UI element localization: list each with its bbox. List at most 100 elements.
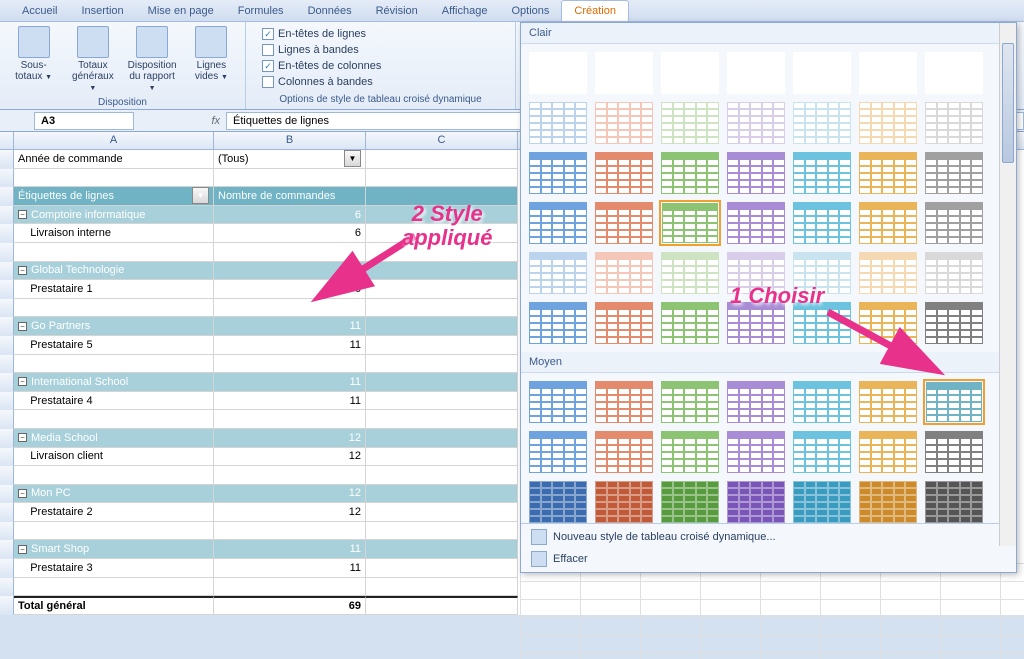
ribbon-btn-disposition-du-rapport[interactable]: Disposition du rapport ▼	[125, 24, 180, 95]
style-thumb[interactable]	[791, 100, 853, 146]
cell[interactable]	[14, 355, 214, 374]
cell[interactable]	[14, 299, 214, 318]
cell[interactable]	[366, 150, 518, 169]
style-thumb[interactable]	[857, 50, 919, 96]
cell[interactable]: 12	[214, 485, 366, 504]
style-thumb[interactable]	[659, 479, 721, 523]
cell[interactable]	[214, 299, 366, 318]
collapse-icon[interactable]: −	[18, 433, 27, 442]
ribbon-tab-affichage[interactable]: Affichage	[430, 1, 500, 21]
style-thumb[interactable]	[857, 200, 919, 246]
cell[interactable]	[214, 578, 366, 597]
cell[interactable]	[366, 243, 518, 262]
cell[interactable]: 11	[214, 317, 366, 336]
style-thumb[interactable]	[527, 300, 589, 346]
style-thumb[interactable]	[593, 300, 655, 346]
style-thumb[interactable]	[527, 100, 589, 146]
cell[interactable]: 11	[214, 392, 366, 411]
cell[interactable]	[366, 485, 518, 504]
style-thumb[interactable]	[527, 379, 589, 425]
pivot-style-gallery[interactable]: Clair Moyen Nouveau style de tableau cro…	[520, 22, 1017, 573]
cell[interactable]: (Tous)▼	[214, 150, 366, 169]
style-thumb[interactable]	[923, 379, 985, 425]
fx-icon[interactable]: fx	[211, 115, 220, 127]
cell[interactable]: Prestataire 3	[14, 559, 214, 578]
cell[interactable]	[366, 373, 518, 392]
cell[interactable]: Étiquettes de lignes▼	[14, 187, 214, 206]
style-thumb[interactable]	[923, 300, 985, 346]
cell[interactable]	[214, 522, 366, 541]
style-thumb[interactable]	[527, 150, 589, 196]
name-box[interactable]: A3	[34, 112, 134, 130]
style-thumb[interactable]	[791, 379, 853, 425]
cell[interactable]	[366, 429, 518, 448]
style-thumb[interactable]	[857, 300, 919, 346]
cell[interactable]	[366, 336, 518, 355]
cell[interactable]	[214, 243, 366, 262]
cell[interactable]	[366, 596, 518, 615]
style-thumb[interactable]	[857, 429, 919, 475]
style-thumb[interactable]	[923, 429, 985, 475]
style-thumb[interactable]	[593, 200, 655, 246]
ribbon-tab-formules[interactable]: Formules	[226, 1, 296, 21]
cell[interactable]: 69	[214, 596, 366, 615]
style-thumb[interactable]	[857, 379, 919, 425]
style-thumb[interactable]	[725, 429, 787, 475]
style-thumb[interactable]	[791, 429, 853, 475]
style-thumb[interactable]	[659, 200, 721, 246]
cell[interactable]: −International School	[14, 373, 214, 392]
cell[interactable]	[366, 262, 518, 281]
cell[interactable]: Prestataire 5	[14, 336, 214, 355]
style-thumb[interactable]	[923, 250, 985, 296]
cell[interactable]	[14, 466, 214, 485]
col-header-B[interactable]: B	[214, 132, 366, 149]
style-opt-3[interactable]: Colonnes à bandes	[262, 76, 392, 88]
col-header-C[interactable]: C	[366, 132, 518, 149]
style-thumb[interactable]	[857, 100, 919, 146]
col-header-A[interactable]: A	[14, 132, 214, 149]
style-thumb[interactable]	[725, 379, 787, 425]
cell[interactable]	[14, 410, 214, 429]
style-thumb[interactable]	[791, 300, 853, 346]
cell[interactable]	[366, 280, 518, 299]
cell[interactable]	[366, 206, 518, 225]
style-thumb[interactable]	[791, 50, 853, 96]
style-thumb[interactable]	[527, 200, 589, 246]
style-thumb[interactable]	[659, 379, 721, 425]
cell[interactable]	[366, 503, 518, 522]
cell[interactable]	[14, 522, 214, 541]
cell[interactable]: Total général	[14, 596, 214, 615]
collapse-icon[interactable]: −	[18, 377, 27, 386]
cell[interactable]	[366, 392, 518, 411]
ribbon-btn-totaux-généraux[interactable]: Totaux généraux ▼	[65, 24, 120, 95]
collapse-icon[interactable]: −	[18, 266, 27, 275]
cell[interactable]: Prestataire 2	[14, 503, 214, 522]
ribbon-btn-sous-totaux[interactable]: Sous-totaux ▼	[6, 24, 61, 84]
cell[interactable]: −Mon PC	[14, 485, 214, 504]
collapse-icon[interactable]: −	[18, 322, 27, 331]
filter-dropdown-icon[interactable]: ▼	[344, 150, 361, 167]
cell[interactable]	[366, 559, 518, 578]
style-thumb[interactable]	[659, 100, 721, 146]
style-thumb[interactable]	[659, 429, 721, 475]
cell[interactable]: Prestataire 4	[14, 392, 214, 411]
collapse-icon[interactable]: −	[18, 545, 27, 554]
ribbon-tab-révision[interactable]: Révision	[364, 1, 430, 21]
cell[interactable]	[366, 317, 518, 336]
style-thumb[interactable]	[725, 200, 787, 246]
cell[interactable]	[366, 522, 518, 541]
ribbon-btn-lignes-vides[interactable]: Lignes vides ▼	[184, 24, 239, 84]
style-opt-1[interactable]: Lignes à bandes	[262, 44, 392, 56]
style-thumb[interactable]	[857, 150, 919, 196]
cell[interactable]	[214, 410, 366, 429]
filter-dropdown-icon[interactable]: ▼	[192, 187, 209, 204]
cell[interactable]	[214, 169, 366, 188]
style-thumb[interactable]	[527, 250, 589, 296]
cell[interactable]	[366, 187, 518, 206]
cell[interactable]: 6	[214, 262, 366, 281]
cell[interactable]: Prestataire 1	[14, 280, 214, 299]
cell[interactable]: Année de commande	[14, 150, 214, 169]
cell[interactable]: 11	[214, 540, 366, 559]
style-thumb[interactable]	[791, 250, 853, 296]
cell[interactable]: 6	[214, 206, 366, 225]
